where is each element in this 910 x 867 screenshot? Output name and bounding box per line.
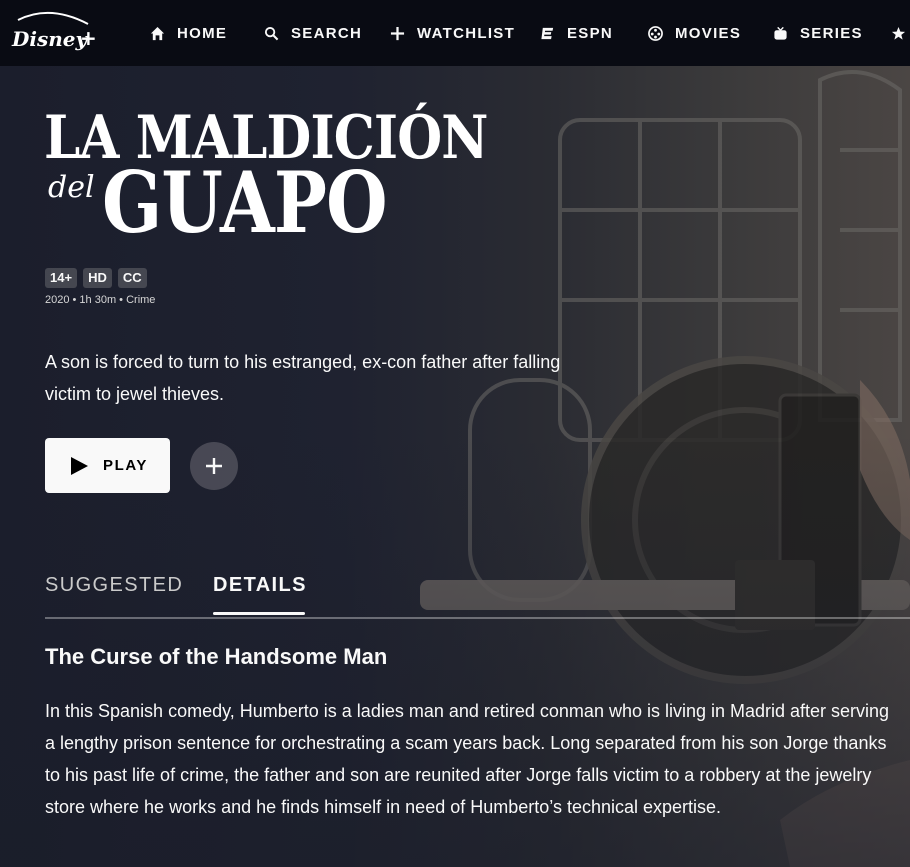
search-icon <box>264 26 279 40</box>
title-line2: GUAPO <box>102 153 388 252</box>
svg-text:+: + <box>80 26 97 50</box>
details-description: In this Spanish comedy, Humberto is a la… <box>45 701 890 817</box>
nav-originals[interactable] <box>891 26 910 41</box>
title-treatment-logo: LA MALDICIÓN del GUAPO <box>44 106 488 252</box>
plus-icon <box>390 26 405 40</box>
nav-series-label: SERIES <box>800 24 863 42</box>
play-icon <box>71 457 88 475</box>
nav-espn-label: ESPN <box>567 24 614 42</box>
star-icon <box>891 26 906 40</box>
nav-search[interactable]: SEARCH <box>264 25 362 42</box>
nav-series[interactable]: SERIES <box>773 25 863 42</box>
hd-badge: HD <box>83 268 112 288</box>
rating-badges: 14+ HD CC <box>45 268 153 288</box>
svg-text:Disney: Disney <box>11 27 88 51</box>
tab-suggested[interactable]: SUGGESTED <box>45 574 183 597</box>
nav-home[interactable]: HOME <box>150 25 227 42</box>
details-title: The Curse of the Handsome Man <box>45 644 388 669</box>
nav-watchlist[interactable]: WATCHLIST <box>390 25 515 42</box>
cc-badge: CC <box>117 268 147 288</box>
add-to-watchlist-button[interactable] <box>190 442 238 490</box>
nav-movies-label: MOVIES <box>675 24 742 42</box>
tab-details[interactable]: DETAILS <box>213 574 307 597</box>
home-icon <box>150 26 165 40</box>
nav-search-label: SEARCH <box>291 24 363 42</box>
metadata-line: 2020 • 1h 30m • Crime <box>45 294 156 306</box>
nav-home-label: HOME <box>177 24 228 42</box>
nav-movies[interactable]: MOVIES <box>648 25 741 42</box>
nav-watchlist-label: WATCHLIST <box>417 24 516 42</box>
title-small-word: del <box>48 170 95 205</box>
short-description: A son is forced to turn to his estranged… <box>45 352 561 404</box>
rating-badge: 14+ <box>45 268 78 288</box>
espn-icon <box>541 27 554 39</box>
top-nav: Disney + HOME SEARCH WATCHLIST ESPN MOVI… <box>0 0 910 66</box>
play-button[interactable]: PLAY <box>45 438 170 493</box>
tv-icon <box>774 26 787 40</box>
movies-icon <box>648 25 663 41</box>
play-button-label: PLAY <box>103 457 149 474</box>
detail-page: LA MALDICIÓN del GUAPO 14+ HD CC 2020 • … <box>0 66 910 867</box>
disney-plus-logo[interactable]: Disney + <box>10 6 100 60</box>
active-tab-indicator <box>213 612 305 615</box>
nav-espn[interactable]: ESPN <box>540 25 613 42</box>
tabs-divider <box>45 617 910 619</box>
plus-icon <box>206 458 222 474</box>
